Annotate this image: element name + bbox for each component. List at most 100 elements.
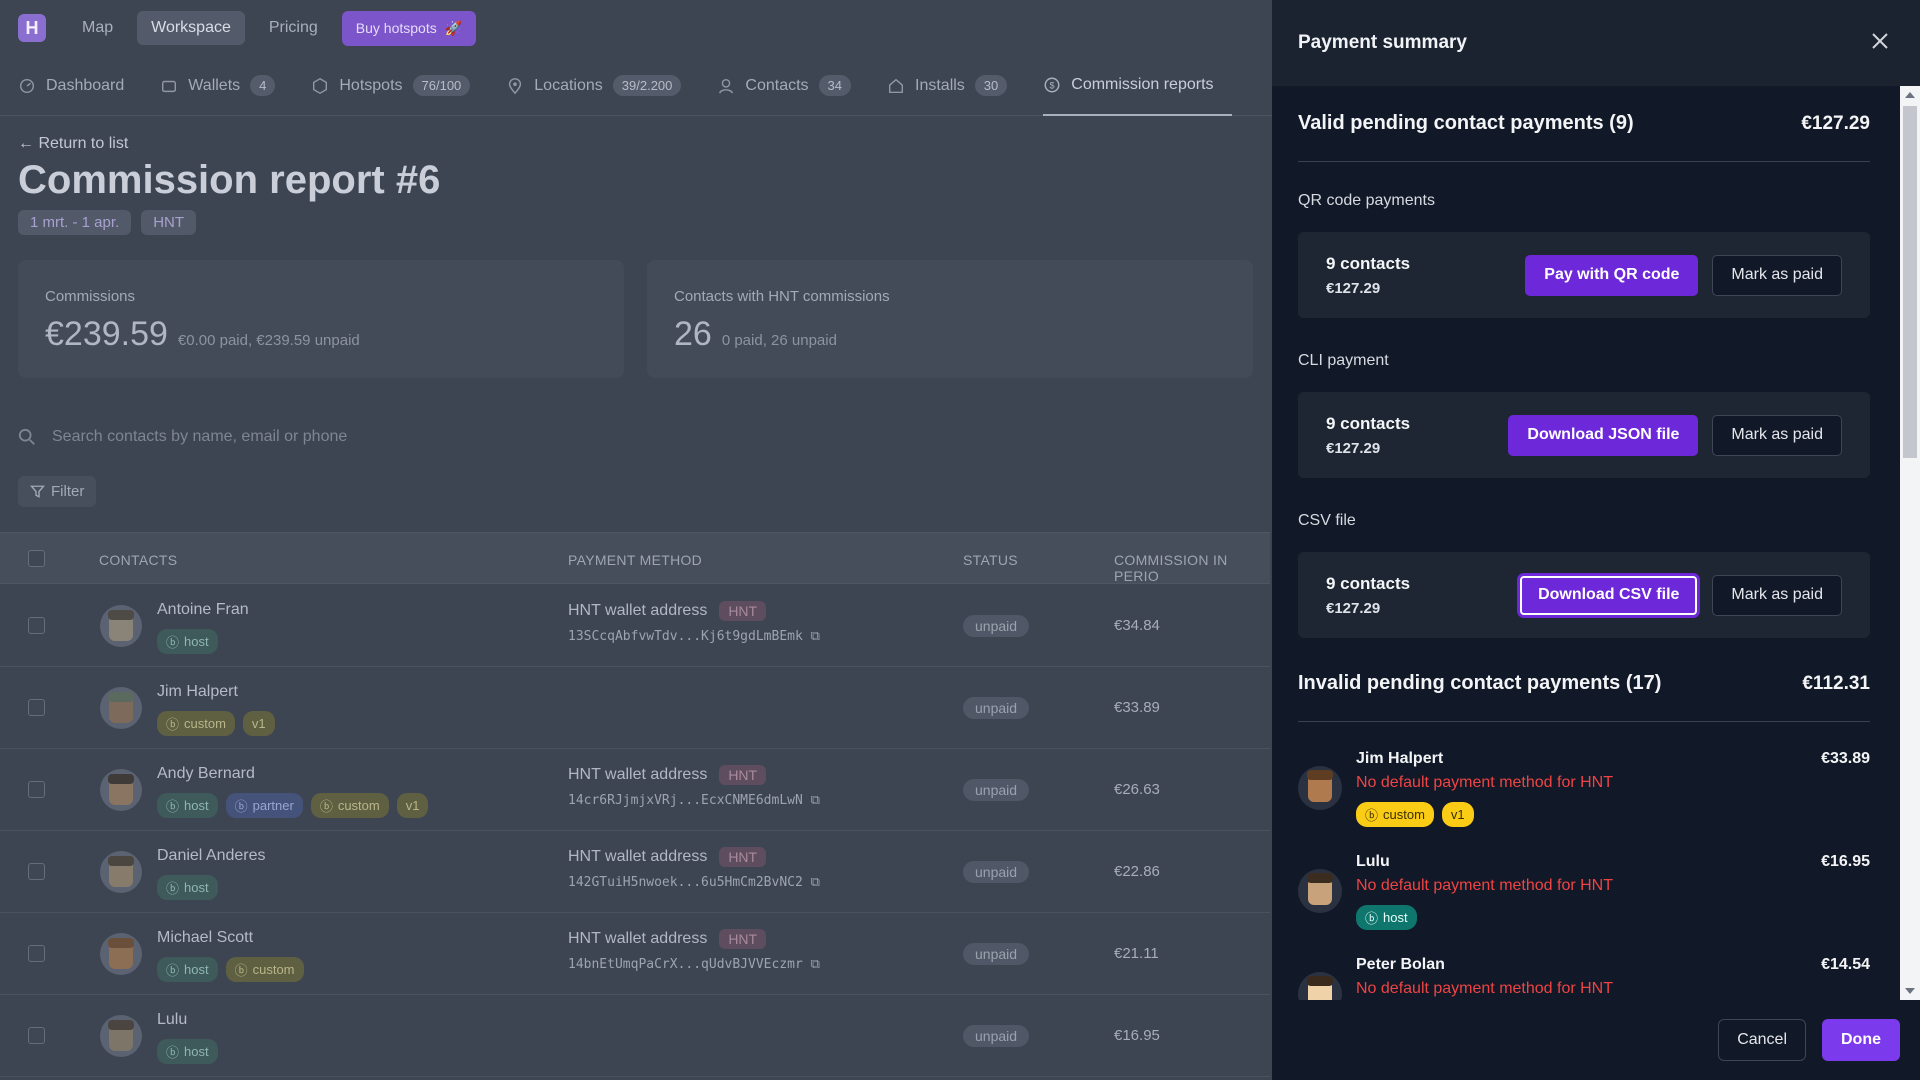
app-logo[interactable]: H (18, 14, 46, 42)
scroll-up-icon[interactable] (1905, 92, 1915, 98)
col-payment-method[interactable]: PAYMENT METHOD (568, 552, 702, 568)
status-badge: unpaid (963, 779, 1030, 801)
tab-label: Wallets (188, 76, 241, 94)
tab-commission-reports[interactable]: $ Commission reports (1043, 56, 1232, 116)
contact-name[interactable]: Lulu (157, 1011, 187, 1029)
row-checkbox[interactable] (28, 1027, 45, 1044)
table-row[interactable]: Daniel Anderes ⓑ host HNT wallet address… (0, 831, 1270, 913)
payment-summary-drawer: Payment summary Valid pending contact pa… (1272, 0, 1920, 1080)
tab-count: 76/100 (412, 75, 471, 96)
scrollbar-thumb[interactable] (1903, 106, 1917, 458)
row-checkbox[interactable] (28, 699, 45, 716)
drawer-scrollbar[interactable] (1900, 86, 1920, 1000)
payment-amount: €14.54 (1821, 956, 1870, 973)
download-json-button[interactable]: Download JSON file (1508, 414, 1699, 456)
row-checkbox[interactable] (28, 863, 45, 880)
mark-as-paid-button[interactable]: Mark as paid (1712, 574, 1842, 616)
tab-contacts[interactable]: Contacts 34 (717, 56, 869, 116)
scroll-down-icon[interactable] (1905, 988, 1915, 994)
tab-dashboard[interactable]: Dashboard (18, 56, 142, 116)
drawer-title: Payment summary (1298, 32, 1467, 53)
home-icon (888, 78, 904, 93)
tab-hotspots[interactable]: Hotspots 76/100 (311, 56, 488, 116)
cli-section-title: CLI payment (1298, 352, 1389, 369)
copy-icon[interactable]: ⧉ (811, 629, 820, 644)
buy-hotspots-button[interactable]: Buy hotspots 🚀 (341, 10, 477, 46)
col-status[interactable]: STATUS (963, 552, 1018, 568)
avatar (100, 851, 142, 893)
tab-label: Contacts (745, 76, 809, 94)
copy-icon[interactable]: ⧉ (811, 875, 820, 890)
buy-hotspots-label: Buy hotspots (355, 20, 437, 36)
nav-map[interactable]: Map (68, 11, 127, 45)
contact-name[interactable]: Jim Halpert (1356, 750, 1443, 768)
contact-name[interactable]: Michael Scott (157, 929, 253, 947)
tab-wallets[interactable]: Wallets 4 (160, 56, 293, 116)
contact-name[interactable]: Jim Halpert (157, 683, 238, 701)
error-message: No default payment method for HNT (1356, 877, 1614, 894)
token-badge: HNT (719, 847, 767, 867)
col-contacts[interactable]: CONTACTS (99, 552, 177, 568)
tab-label: Hotspots (339, 76, 403, 94)
contacts-count: 9 contacts (1326, 573, 1411, 593)
row-checkbox[interactable] (28, 945, 45, 962)
return-to-list-link[interactable]: ← Return to list (18, 135, 128, 153)
token-badge: HNT (719, 765, 767, 785)
payment-method: HNT wallet address (568, 848, 708, 865)
report-chips: 1 mrt. - 1 apr. HNT (18, 210, 197, 235)
drawer-footer: Cancel Done (1272, 1000, 1920, 1080)
contact-name[interactable]: Peter Bolan (1356, 956, 1445, 974)
done-button[interactable]: Done (1822, 1019, 1900, 1061)
contact-name[interactable]: Daniel Anderes (157, 847, 266, 865)
mark-as-paid-button[interactable]: Mark as paid (1712, 414, 1842, 456)
tag-v1: v1 (1441, 802, 1474, 827)
tag-host: ⓑ host (157, 793, 218, 818)
select-all-checkbox[interactable] (28, 550, 45, 567)
mark-as-paid-button[interactable]: Mark as paid (1712, 254, 1842, 296)
tab-locations[interactable]: Locations 39/2.200 (506, 56, 699, 116)
table-row[interactable]: Andy Bernard ⓑ host ⓑ partner ⓑ custom v… (0, 749, 1270, 831)
table-row[interactable]: Jim Halpert ⓑ custom v1 unpaid €33.89 (0, 667, 1270, 749)
search-placeholder: Search contacts by name, email or phone (52, 428, 348, 445)
contact-name[interactable]: Andy Bernard (157, 765, 255, 783)
payment-amount: €127.29 (1326, 599, 1381, 617)
valid-title: Valid pending contact payments (9) (1298, 112, 1634, 134)
tag-host: ⓑ host (157, 957, 218, 982)
row-checkbox[interactable] (28, 617, 45, 634)
tab-installs[interactable]: Installs 30 (887, 56, 1025, 116)
tab-count: 30 (974, 75, 1008, 96)
page-title: Commission report #6 (18, 158, 441, 202)
copy-icon[interactable]: ⧉ (811, 957, 820, 972)
search-input[interactable]: Search contacts by name, email or phone (18, 428, 347, 446)
cancel-button[interactable]: Cancel (1718, 1019, 1806, 1061)
commission-amount: €16.95 (1114, 1027, 1160, 1044)
tag-host: ⓑ host (1356, 905, 1417, 930)
wallet-address: 14bnEtUmqPaCrX...qUdvBJVVEczmr ⧉ (568, 957, 820, 972)
contact-name[interactable]: Lulu (1356, 853, 1390, 871)
copy-icon[interactable]: ⧉ (811, 793, 820, 808)
nav-workspace[interactable]: Workspace (137, 11, 245, 45)
download-csv-button[interactable]: Download CSV file (1519, 574, 1699, 616)
table-row[interactable]: Michael Scott ⓑ host ⓑ custom HNT wallet… (0, 913, 1270, 995)
pay-with-qr-button[interactable]: Pay with QR code (1525, 254, 1699, 296)
row-checkbox[interactable] (28, 781, 45, 798)
tag-host: ⓑ host (157, 629, 218, 654)
nav-pricing[interactable]: Pricing (255, 11, 332, 45)
contact-name[interactable]: Antoine Fran (157, 601, 249, 619)
filter-button[interactable]: Filter (18, 476, 97, 507)
arrow-left-icon: ← (18, 135, 39, 152)
close-icon[interactable] (1870, 31, 1890, 56)
col-commission[interactable]: COMMISSION IN PERIO (1114, 552, 1270, 584)
token-badge: HNT (719, 601, 767, 621)
invalid-payment-item: Lulu No default payment method for HNT €… (1298, 853, 1870, 956)
tag-host: ⓑ host (157, 1039, 218, 1064)
table-row[interactable]: Lulu ⓑ host unpaid €16.95 (0, 995, 1270, 1077)
payment-method: HNT wallet address (568, 766, 708, 783)
cube-icon (313, 77, 328, 94)
tab-label: Locations (534, 76, 603, 94)
qr-section-title: QR code payments (1298, 192, 1435, 209)
tag-custom: ⓑ custom (225, 957, 304, 982)
commission-amount: €21.11 (1114, 945, 1159, 962)
table-row[interactable]: Antoine Fran ⓑ host HNT wallet address HN… (0, 585, 1270, 667)
token-badge: HNT (719, 929, 767, 949)
